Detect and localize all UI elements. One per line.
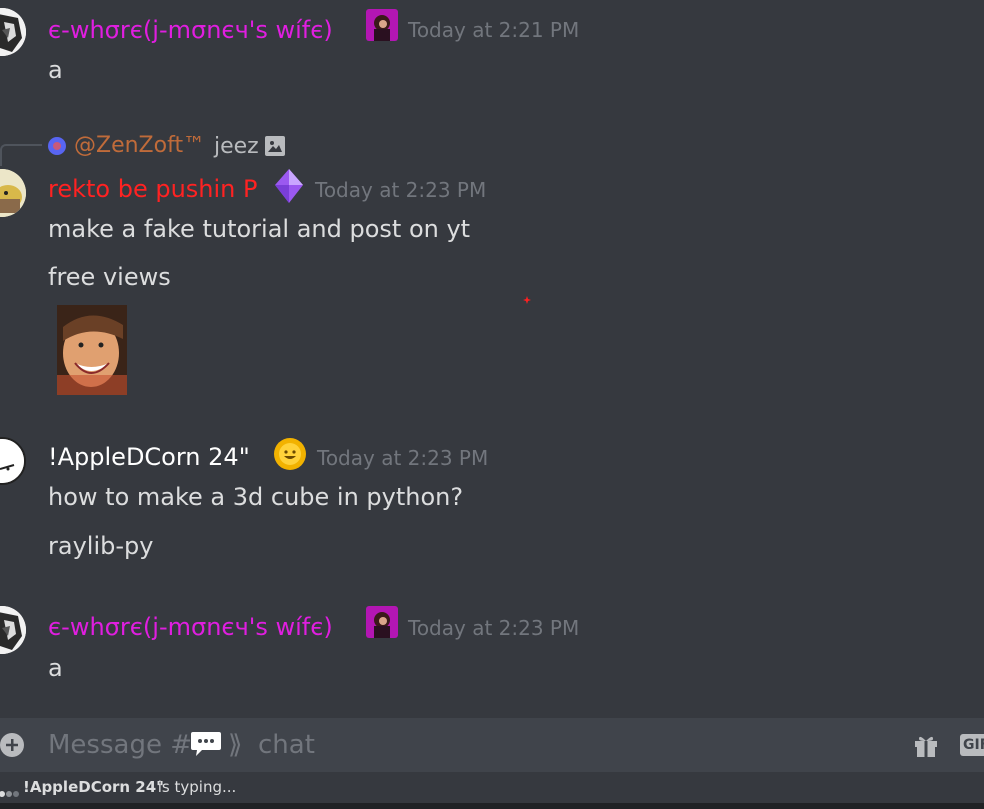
typing-user: !AppleDCorn 24" [23,778,164,796]
typing-dots-icon [0,783,20,797]
bottom-strip [0,803,984,809]
placeholder-prefix: Message # [48,730,193,760]
typing-text: is typing... [153,778,237,796]
anime-avatar-icon [0,606,26,654]
timestamp: Today at 2:23 PM [408,616,580,640]
gift-icon[interactable] [913,732,939,758]
double-chevron-icon: ⟫ [228,730,243,760]
message-composer: Message # ⟫ chat GIF [0,718,984,772]
message-input[interactable]: Message # ⟫ chat [48,718,868,772]
username[interactable]: є-whσrє(j-mσnєч's wífє) [48,612,333,642]
chat-messages: є-whσrє(j-mσnєч's wífє) Today at 2:21 PM… [0,0,984,718]
avatar[interactable] [0,606,26,654]
typing-indicator: !AppleDCorn 24" is typing... [0,772,984,803]
gif-label: GIF [963,737,984,753]
speech-bubble-icon [190,730,222,758]
plus-circle-icon[interactable] [0,733,24,757]
message-text: a [48,654,63,682]
placeholder-channel: chat [258,730,315,760]
message-4: є-whσrє(j-mσnєч's wífє) Today at 2:23 PM… [0,0,984,718]
role-badge-icon [366,606,398,638]
gif-button[interactable]: GIF [960,734,984,756]
